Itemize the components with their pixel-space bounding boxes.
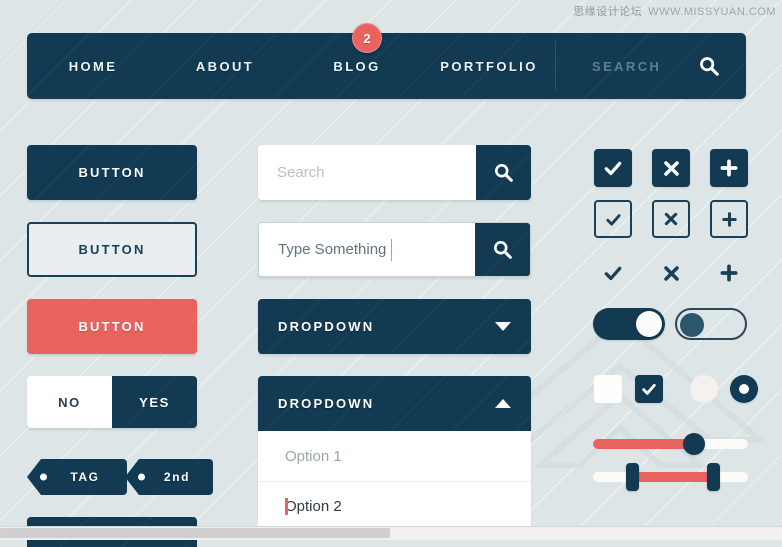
- tag-dot-icon: [138, 473, 145, 481]
- check-button-outlined[interactable]: [594, 200, 632, 238]
- search-icon[interactable]: [698, 55, 720, 77]
- chevron-up-icon: [495, 399, 511, 408]
- radio-unchecked[interactable]: [690, 375, 718, 403]
- toggle-switch-off[interactable]: [675, 308, 747, 340]
- danger-button[interactable]: BUTTON: [27, 299, 197, 354]
- dropdown-closed-label: DROPDOWN: [278, 319, 375, 334]
- check-icon: [604, 266, 622, 281]
- slider-handle[interactable]: [682, 433, 705, 455]
- toggle-knob: [680, 313, 704, 337]
- radio-checked[interactable]: [730, 375, 758, 403]
- slider-fill: [593, 439, 694, 449]
- plus-button-outlined[interactable]: [710, 200, 748, 238]
- primary-button-label: BUTTON: [78, 165, 146, 180]
- horizontal-scrollbar[interactable]: [0, 526, 782, 540]
- dropdown-closed-header[interactable]: DROPDOWN: [258, 299, 531, 354]
- nav-item-blog[interactable]: BLOG: [291, 59, 423, 74]
- search-icon: [494, 241, 512, 259]
- close-icon: [663, 160, 679, 176]
- tag-secondary[interactable]: 2nd: [125, 459, 213, 495]
- segment-yes-label: YES: [139, 394, 170, 410]
- segment-yes[interactable]: YES: [112, 376, 197, 428]
- search-input[interactable]: Search: [258, 145, 476, 200]
- watermark-chinese: 思缘设计论坛: [573, 5, 643, 18]
- dropdown-option-2[interactable]: Option 2: [258, 481, 531, 531]
- plus-icon: [721, 211, 737, 227]
- toggle-switch-on[interactable]: [593, 308, 665, 340]
- slider-handle-low[interactable]: [625, 463, 639, 491]
- plus-button-filled[interactable]: [710, 149, 748, 187]
- yes-no-toggle: NO YES: [27, 376, 197, 428]
- notification-badge[interactable]: 2: [352, 23, 382, 53]
- check-icon-plain[interactable]: [594, 258, 632, 288]
- checkbox-checked[interactable]: [635, 375, 663, 403]
- search-submit-button[interactable]: [476, 145, 531, 200]
- checkbox-unchecked[interactable]: [594, 375, 622, 403]
- search-input-placeholder: Search: [277, 164, 325, 181]
- typed-search-input[interactable]: Type Something: [259, 223, 475, 276]
- check-icon: [642, 383, 656, 395]
- slider-handle-high[interactable]: [706, 463, 720, 491]
- segment-no-label: NO: [58, 394, 81, 410]
- dropdown-option-1[interactable]: Option 1: [258, 431, 531, 481]
- check-button-filled[interactable]: [594, 149, 632, 187]
- navbar: HOME ABOUT BLOG PORTFOLIO SEARCH: [27, 33, 746, 99]
- close-button-outlined[interactable]: [652, 200, 690, 238]
- danger-button-label: BUTTON: [78, 319, 146, 334]
- search-field-empty: Search: [258, 145, 531, 200]
- plus-icon-plain[interactable]: [710, 258, 748, 288]
- slider-range-fill: [631, 472, 714, 482]
- site-watermark: 思缘设计论坛 WWW.MISSYUAN.COM: [573, 3, 776, 19]
- typed-search-value: Type Something: [278, 241, 387, 258]
- close-icon-plain[interactable]: [652, 258, 690, 288]
- watermark-url: WWW.MISSYUAN.COM: [648, 6, 776, 18]
- dropdown-option-2-label: Option 2: [285, 498, 342, 515]
- segment-no[interactable]: NO: [27, 376, 112, 428]
- search-field-typed: Type Something: [258, 222, 531, 277]
- nav-item-portfolio[interactable]: PORTFOLIO: [423, 59, 555, 74]
- slider-range[interactable]: [593, 463, 748, 491]
- plus-icon: [720, 159, 738, 177]
- dropdown-option-1-label: Option 1: [285, 447, 342, 465]
- check-icon: [605, 213, 621, 226]
- chevron-down-icon: [495, 322, 511, 331]
- dropdown-closed[interactable]: DROPDOWN: [258, 299, 531, 354]
- tag-secondary-label: 2nd: [163, 470, 191, 484]
- slider-single[interactable]: [593, 433, 748, 455]
- nav-item-about[interactable]: ABOUT: [159, 59, 291, 74]
- tag-primary[interactable]: TAG: [27, 459, 127, 495]
- dropdown-open-header[interactable]: DROPDOWN: [258, 376, 531, 431]
- outline-button-label: BUTTON: [78, 242, 146, 257]
- toggle-knob: [636, 311, 662, 337]
- search-icon: [495, 164, 513, 182]
- close-icon: [664, 212, 678, 226]
- nav-item-home[interactable]: HOME: [27, 59, 159, 74]
- check-icon: [604, 161, 622, 176]
- dropdown-open-label: DROPDOWN: [278, 396, 375, 411]
- dropdown-open: DROPDOWN Option 1 Option 2: [258, 376, 531, 531]
- primary-button[interactable]: BUTTON: [27, 145, 197, 200]
- text-cursor: [391, 238, 393, 261]
- nav-search-placeholder: SEARCH: [592, 58, 662, 74]
- nav-links: HOME ABOUT BLOG PORTFOLIO: [27, 33, 555, 99]
- nav-search[interactable]: SEARCH: [556, 33, 746, 99]
- search-submit-button[interactable]: [475, 223, 530, 276]
- close-icon: [663, 265, 679, 281]
- tag-primary-label: TAG: [70, 470, 100, 484]
- close-button-filled[interactable]: [652, 149, 690, 187]
- plus-icon: [720, 264, 738, 282]
- scrollbar-thumb[interactable]: [0, 528, 390, 538]
- radio-dot: [739, 384, 749, 394]
- outline-button[interactable]: BUTTON: [27, 222, 197, 277]
- tag-dot-icon: [40, 473, 47, 481]
